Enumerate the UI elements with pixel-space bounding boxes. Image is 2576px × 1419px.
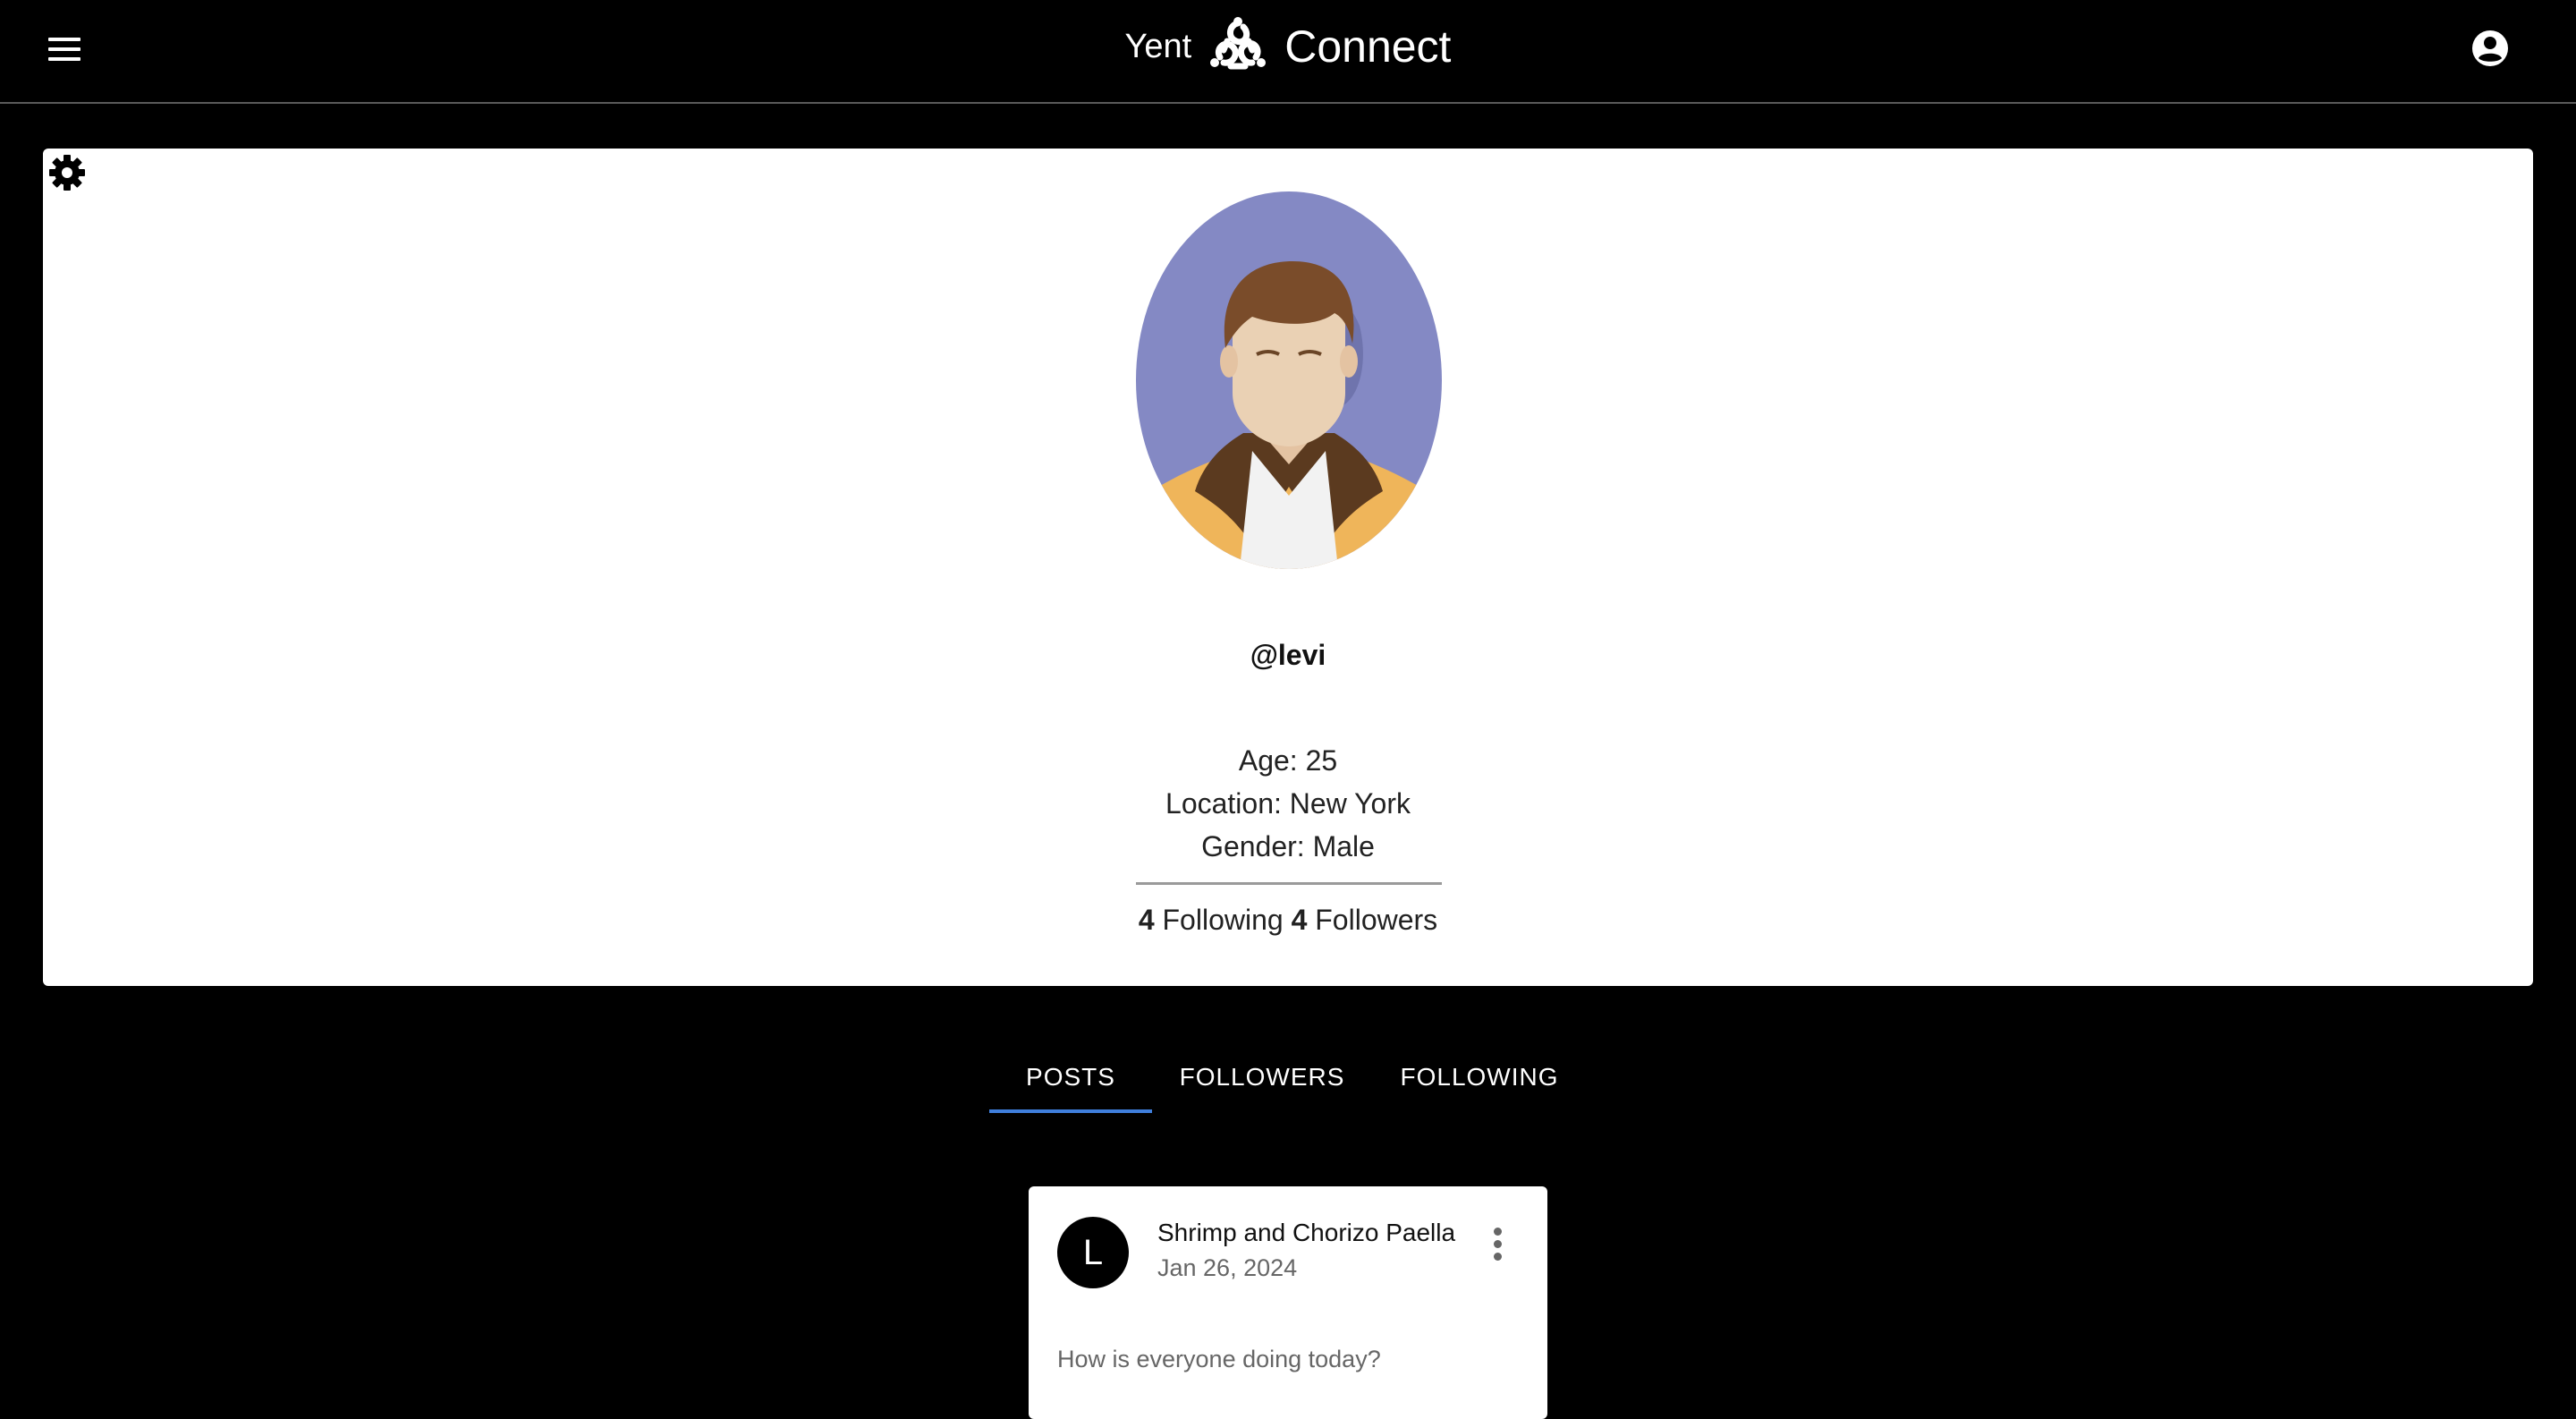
location-text: Location: New York bbox=[1165, 787, 1411, 820]
post-title: Shrimp and Chorizo Paella bbox=[1157, 1219, 1456, 1246]
divider bbox=[1136, 882, 1442, 885]
brand-text-connect: Connect bbox=[1284, 21, 1452, 72]
following-count: 4 bbox=[1138, 904, 1155, 936]
follow-stats: 4 Following 4 Followers bbox=[43, 904, 2533, 937]
post-date: Jan 26, 2024 bbox=[1157, 1254, 1298, 1281]
yent-connect-logo-icon bbox=[1210, 17, 1267, 70]
profile-card: @levi Age: 25 Location: New York Gender:… bbox=[43, 149, 2533, 986]
app-bar: Yent Connect bbox=[0, 0, 2576, 104]
account-circle-icon[interactable] bbox=[2469, 27, 2512, 70]
post-author-avatar[interactable]: L bbox=[1057, 1217, 1129, 1288]
active-tab-indicator bbox=[989, 1109, 1152, 1113]
post-card[interactable]: L Shrimp and Chorizo Paella Jan 26, 2024… bbox=[1029, 1186, 1547, 1419]
gear-icon[interactable] bbox=[47, 152, 88, 193]
tab-following[interactable]: FOLLOWING bbox=[1372, 1041, 1587, 1113]
profile-tabs: POSTS FOLLOWERS FOLLOWING bbox=[989, 1041, 1587, 1113]
tab-followers[interactable]: FOLLOWERS bbox=[1152, 1041, 1372, 1113]
profile-info: Age: 25 Location: New York Gender: Male bbox=[43, 739, 2533, 868]
gender-text: Gender: Male bbox=[1201, 830, 1375, 862]
age-text: Age: 25 bbox=[1238, 744, 1338, 777]
post-body: How is everyone doing today? bbox=[1057, 1346, 1381, 1372]
more-vert-icon[interactable] bbox=[1485, 1228, 1510, 1267]
following-label[interactable]: Following bbox=[1163, 904, 1284, 936]
brand[interactable]: Yent Connect bbox=[0, 14, 2576, 79]
username: @levi bbox=[1250, 639, 1326, 671]
tab-posts[interactable]: POSTS bbox=[989, 1041, 1152, 1113]
avatar bbox=[1136, 191, 1442, 569]
brand-text-yent: Yent bbox=[1124, 27, 1192, 65]
followers-label[interactable]: Followers bbox=[1315, 904, 1437, 936]
followers-count: 4 bbox=[1291, 904, 1308, 936]
